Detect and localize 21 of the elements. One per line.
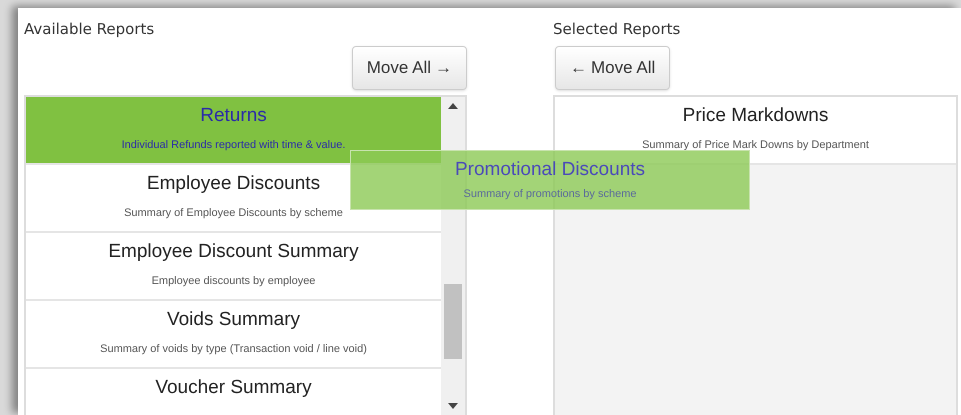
scroll-up-icon[interactable] [448, 103, 458, 109]
report-description: Summary of Price Mark Downs by Department [642, 138, 869, 153]
move-all-button[interactable]: Move All → [352, 46, 467, 90]
report-title: Voucher Summary [155, 376, 312, 400]
scroll-down-icon[interactable] [448, 403, 458, 409]
report-description: Individual Refunds reported with time & value. [122, 138, 346, 153]
report-title: Employee Discount Summary [108, 240, 359, 264]
report-title: Returns [200, 104, 267, 128]
report-title: Employee Discounts [146, 172, 320, 196]
report-item[interactable]: Returns Individual Refunds reported with time & value. [26, 97, 441, 165]
scroll-thumb[interactable] [444, 284, 462, 358]
drag-tooltip[interactable]: Promotional Discounts Summary of promotions by scheme [350, 150, 750, 210]
report-description: Employee discounts by employee [152, 274, 316, 289]
report-title: Price Markdowns [682, 104, 828, 128]
report-description: Summary of promotions by scheme [463, 187, 636, 202]
report-description: Summary of voids by type (Transaction void / line void) [100, 342, 367, 357]
report-title: Voids Summary [166, 308, 300, 332]
move-all-button[interactable]: ← Move All [555, 46, 670, 90]
report-description: Summary of Employee Discounts by scheme [124, 206, 343, 221]
panel-heading: Selected Reports [553, 19, 682, 38]
panel-heading: Available Reports [24, 19, 156, 38]
